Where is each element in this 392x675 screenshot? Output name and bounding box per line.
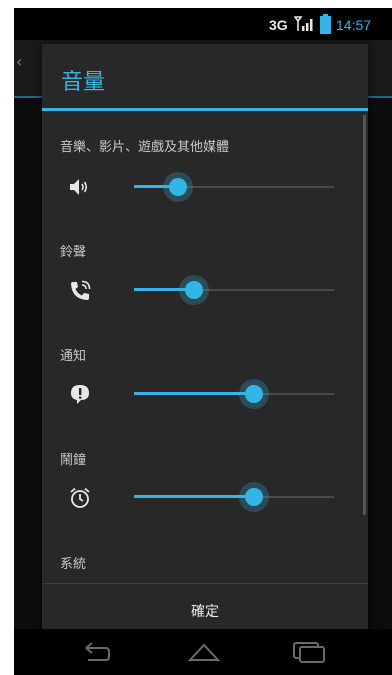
- media-volume-slider[interactable]: [134, 172, 334, 202]
- volume-dialog: 音量 音樂、影片、遊戲及其他媒體 鈴聲 通知 鬧鐘 系統 確定: [42, 44, 368, 642]
- volume-list[interactable]: 音樂、影片、遊戲及其他媒體 鈴聲 通知 鬧鐘 系統: [42, 111, 368, 583]
- dialog-title: 音量: [61, 70, 106, 95]
- home-icon[interactable]: [184, 637, 224, 667]
- media-volume-label: 音樂、影片、遊戲及其他媒體: [60, 140, 230, 155]
- notification-volume-slider[interactable]: [134, 379, 334, 409]
- notification-volume-label: 通知: [60, 349, 87, 364]
- phone-screen: 3G 14:57 ‹ 音量 音樂、影片、遊戲及其他媒體 鈴聲 通知 鬧鐘 系統 …: [14, 8, 392, 675]
- slider-thumb[interactable]: [179, 275, 209, 305]
- alarm-volume-label: 鬧鐘: [60, 453, 87, 468]
- status-bar: 3G 14:57: [14, 8, 392, 40]
- ringer-icon[interactable]: [68, 279, 92, 303]
- ringer-volume-label: 鈴聲: [60, 245, 87, 260]
- slider-thumb[interactable]: [239, 482, 269, 512]
- background-back-icon: ‹: [16, 52, 23, 71]
- battery-icon: [320, 14, 331, 34]
- network-type: 3G: [269, 17, 288, 33]
- system-volume-label: 系統: [60, 557, 87, 572]
- slider-fill: [134, 392, 254, 395]
- alarm-icon[interactable]: [68, 486, 92, 510]
- slider-thumb[interactable]: [163, 172, 193, 202]
- navigation-bar: [14, 629, 392, 675]
- recents-icon[interactable]: [289, 637, 329, 667]
- ringer-volume-slider[interactable]: [134, 275, 334, 305]
- back-icon[interactable]: [76, 637, 116, 667]
- alarm-volume-slider[interactable]: [134, 482, 334, 512]
- notification-icon[interactable]: [68, 382, 92, 406]
- status-time: 14:57: [336, 17, 372, 33]
- slider-fill: [134, 495, 254, 498]
- scrollbar[interactable]: [363, 115, 366, 515]
- speaker-icon[interactable]: [68, 175, 92, 199]
- slider-thumb[interactable]: [239, 379, 269, 409]
- signal-icon: [294, 16, 313, 31]
